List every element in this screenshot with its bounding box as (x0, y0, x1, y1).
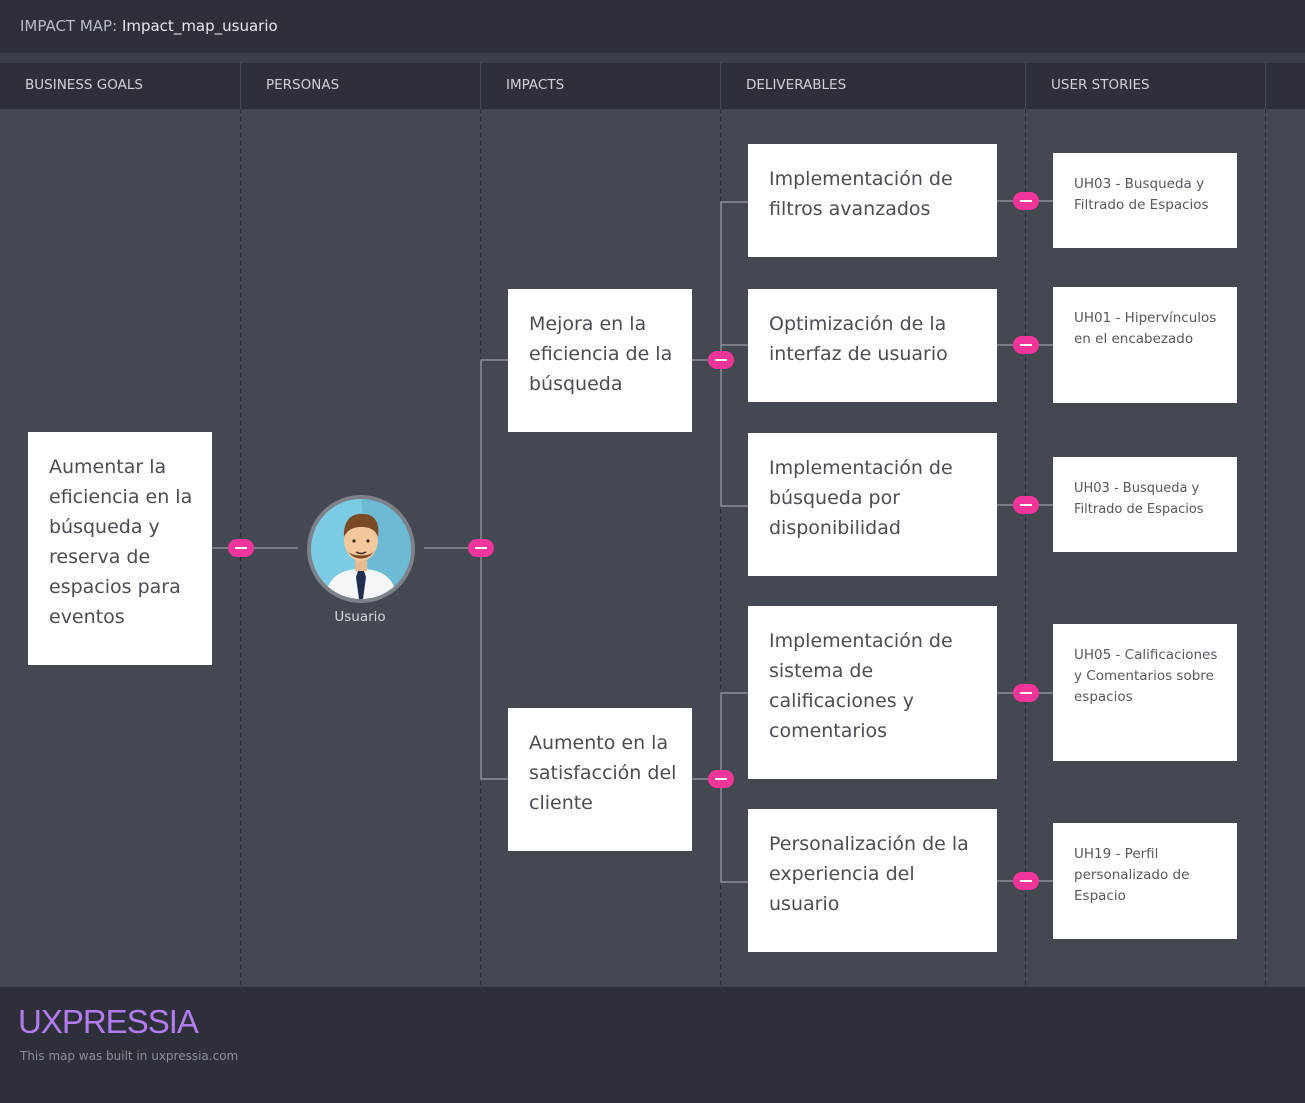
column-header-business-goals: BUSINESS GOALS (0, 63, 241, 109)
map-title-prefix: IMPACT MAP: (20, 17, 118, 35)
collapse-toggle[interactable] (468, 539, 494, 557)
goal-card[interactable]: Aumentar la eficiencia en la búsqueda y … (28, 432, 212, 665)
deliverable-card[interactable]: Implementación de filtros avanzados (748, 144, 997, 257)
collapse-toggle[interactable] (1013, 496, 1039, 514)
uxpressia-logo[interactable]: UXPRESSIA (18, 1003, 199, 1041)
column-header-deliverables: DELIVERABLES (721, 63, 1026, 109)
map-name[interactable]: Impact_map_usuario (122, 17, 278, 35)
top-bar: IMPACT MAP: Impact_map_usuario (0, 0, 1305, 53)
collapse-toggle[interactable] (1013, 684, 1039, 702)
user-story-card[interactable]: UH05 - Calificaciones y Comentarios sobr… (1053, 624, 1237, 761)
deliverable-card[interactable]: Personalización de la experiencia del us… (748, 809, 997, 952)
collapse-toggle[interactable] (1013, 192, 1039, 210)
collapse-toggle[interactable] (228, 539, 254, 557)
credit-text: This map was built in uxpressia.com (20, 1049, 239, 1063)
collapse-toggle[interactable] (1013, 336, 1039, 354)
column-headers: BUSINESS GOALS PERSONAS IMPACTS DELIVERA… (0, 63, 1305, 109)
user-story-card[interactable]: UH03 - Busqueda y Filtrado de Espacios (1053, 153, 1237, 248)
map-title: IMPACT MAP: Impact_map_usuario (20, 17, 278, 35)
persona-name: Usuario (334, 609, 386, 625)
user-story-card[interactable]: UH19 - Perfil personalizado de Espacio (1053, 823, 1237, 939)
column-header-personas: PERSONAS (241, 63, 481, 109)
deliverable-card[interactable]: Implementación de sistema de calificacio… (748, 606, 997, 779)
column-header-user-stories: USER STORIES (1026, 63, 1266, 109)
impact-card[interactable]: Mejora en la eficiencia de la búsqueda (508, 289, 692, 432)
collapse-toggle[interactable] (708, 770, 734, 788)
persona-avatar[interactable] (307, 495, 415, 603)
footer: UXPRESSIA This map was built in uxpressi… (0, 987, 1305, 1103)
person-icon (325, 499, 411, 599)
deliverable-card[interactable]: Optimización de la interfaz de usuario (748, 289, 997, 402)
user-story-card[interactable]: UH01 - Hipervínculos en el encabezado (1053, 287, 1237, 403)
collapse-toggle[interactable] (708, 351, 734, 369)
column-header-impacts: IMPACTS (481, 63, 721, 109)
impact-card[interactable]: Aumento en la satisfacción del cliente (508, 708, 692, 851)
user-story-card[interactable]: UH03 - Busqueda y Filtrado de Espacios (1053, 457, 1237, 552)
deliverable-card[interactable]: Implementación de búsqueda por disponibi… (748, 433, 997, 576)
collapse-toggle[interactable] (1013, 872, 1039, 890)
header-divider (0, 53, 1305, 63)
impacts-branch (480, 359, 508, 780)
map-canvas: Aumentar la eficiencia en la búsqueda y … (0, 109, 1305, 987)
